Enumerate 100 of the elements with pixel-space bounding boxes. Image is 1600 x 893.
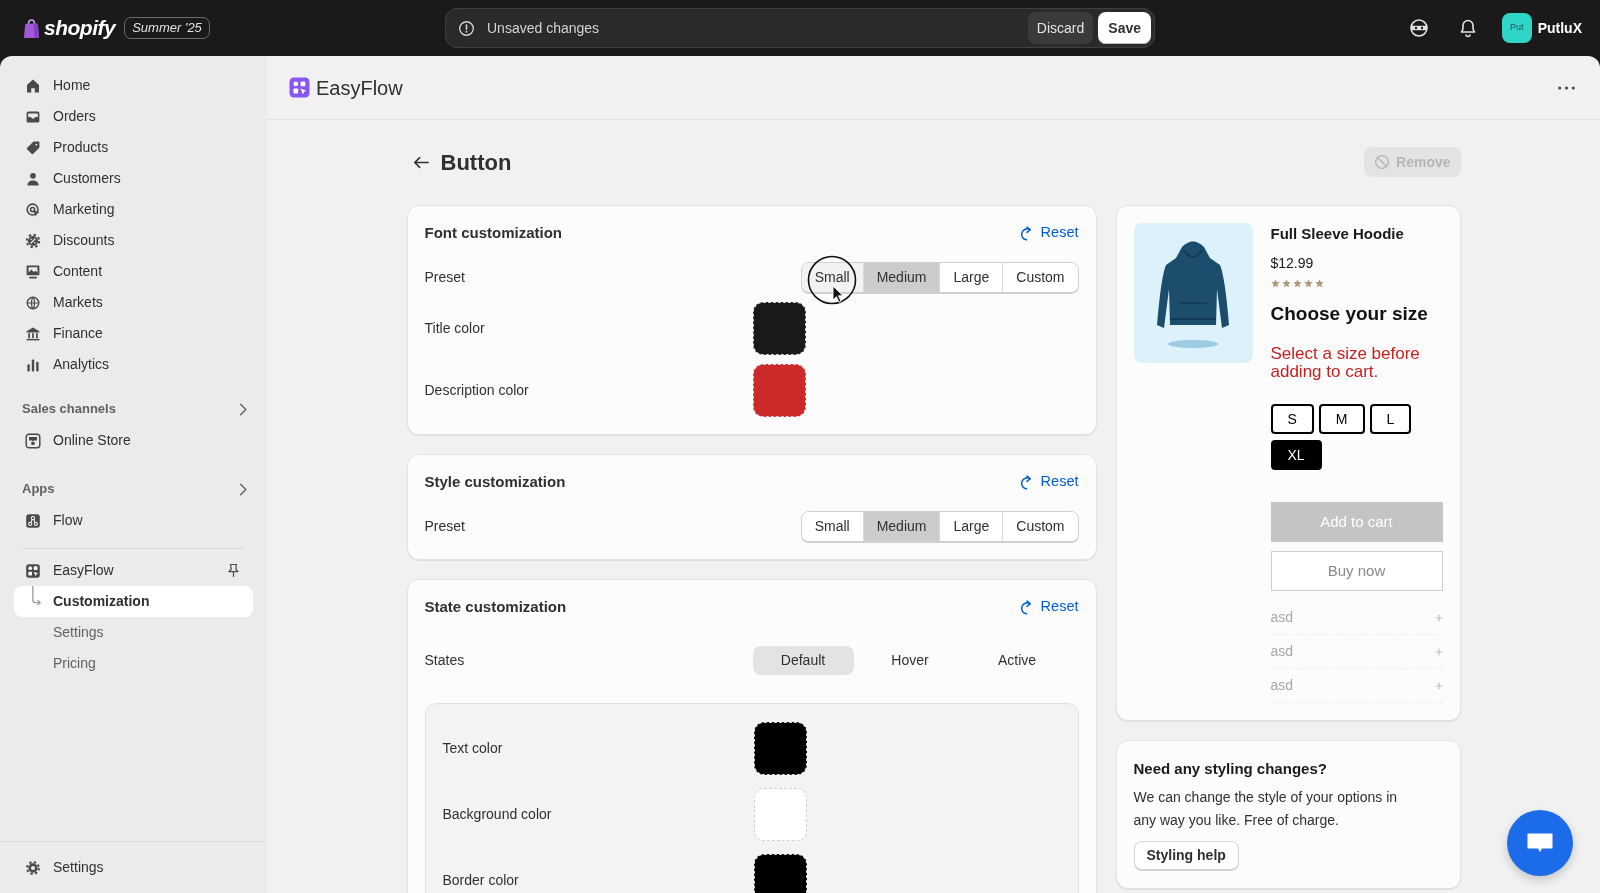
storefront-icon [25, 432, 41, 449]
field-label: Preset [424, 517, 465, 536]
ban-icon [1374, 154, 1391, 170]
product-title: Full Sleeve Hoodie [1270, 224, 1405, 244]
app-grid-icon [25, 562, 41, 579]
reset-link[interactable]: Reset [1018, 222, 1079, 244]
nav-item[interactable]: Analytics [14, 349, 253, 380]
styling-help-button[interactable]: Styling help [1133, 841, 1239, 870]
card-title: Style customization [424, 471, 566, 492]
image-screen-icon [25, 263, 41, 280]
state-tab[interactable]: Default [752, 646, 854, 675]
nav-item[interactable]: Orders [14, 101, 253, 132]
card-title: State customization [424, 596, 567, 617]
inbox-tray-icon [25, 108, 41, 125]
color-swatch[interactable] [752, 364, 806, 417]
reset-link[interactable]: Reset [1018, 471, 1079, 493]
field-label: Title color [424, 319, 486, 338]
help-text: We can change the style of your options in any way you like. Free of charge. [1133, 788, 1399, 830]
redo-icon [1018, 474, 1034, 490]
card-title: Font customization [424, 222, 562, 243]
field-label: Preset [424, 268, 465, 287]
field-label: Border color [442, 871, 520, 890]
star-icon [1292, 279, 1302, 288]
nav-item[interactable]: Content [14, 256, 253, 287]
accordion-label: asd [1270, 608, 1294, 627]
accordion-label: asd [1270, 676, 1294, 695]
star-icon [1314, 279, 1324, 288]
color-swatch[interactable] [753, 854, 807, 893]
sub-nav-item[interactable]: Settings [14, 617, 253, 648]
nav-item[interactable]: Discounts [14, 225, 253, 256]
redo-icon [1018, 225, 1034, 241]
field-label: Background color [442, 805, 553, 824]
field-label: Text color [442, 739, 504, 758]
star-icon [1270, 279, 1280, 288]
flow-nodes-icon [25, 512, 41, 529]
preset-option[interactable]: Medium [863, 512, 941, 541]
state-tab[interactable]: Active [966, 646, 1068, 675]
settings-icon [25, 859, 41, 876]
app-title: EasyFlow [316, 75, 403, 101]
pin-icon[interactable] [226, 563, 241, 578]
field-label: States [424, 651, 466, 670]
nav-item[interactable]: Settings [14, 852, 253, 883]
nav-item[interactable]: EasyFlow [14, 555, 226, 586]
size-option[interactable]: M [1318, 404, 1365, 434]
nav-item[interactable]: Finance [14, 318, 253, 349]
color-swatch[interactable] [752, 302, 806, 355]
globe-icon [25, 294, 41, 311]
save-button[interactable]: Save [1098, 12, 1151, 44]
logo-wordmark: shopify [44, 15, 116, 42]
home-icon [25, 77, 41, 94]
redo-icon [1018, 599, 1034, 615]
nav-item[interactable]: Markets [14, 287, 253, 318]
preset-option[interactable]: Small [801, 512, 864, 541]
preset-option[interactable]: Medium [863, 263, 941, 292]
app-grid-icon [289, 77, 310, 98]
shopping-bag-icon [22, 17, 41, 39]
back-arrow-icon[interactable] [412, 155, 429, 169]
edition-badge: Summer '25 [124, 17, 210, 39]
discount-badge-icon [25, 232, 41, 249]
target-icon [25, 201, 41, 218]
bank-icon [25, 325, 41, 342]
chevron-right-icon[interactable] [239, 482, 247, 496]
section-heading: Apps [22, 480, 55, 499]
masked-face-icon[interactable] [1408, 18, 1429, 38]
more-icon[interactable] [1558, 85, 1575, 90]
size-option[interactable]: S [1270, 404, 1314, 434]
error-message: Select a size before adding to cart. [1270, 345, 1421, 381]
color-swatch[interactable] [753, 722, 807, 775]
sub-nav-item[interactable]: Customization [14, 586, 253, 617]
reset-link[interactable]: Reset [1018, 596, 1079, 618]
color-swatch[interactable] [753, 788, 807, 841]
section-heading: Sales channels [22, 400, 116, 419]
discard-button[interactable]: Discard [1027, 12, 1094, 44]
person-icon [25, 170, 41, 187]
alert-circle-icon [458, 19, 475, 37]
accordion-label: asd [1270, 642, 1294, 661]
branch-arrow-icon [32, 586, 41, 606]
size-option[interactable]: L [1369, 404, 1412, 434]
size-option[interactable]: XL [1270, 440, 1322, 470]
state-tab[interactable]: Hover [859, 646, 961, 675]
product-price: $12.99 [1270, 254, 1315, 273]
field-label: Description color [424, 381, 530, 400]
help-title: Need any styling changes? [1133, 759, 1327, 779]
chevron-right-icon[interactable] [239, 402, 247, 416]
nav-item[interactable]: Customers [14, 163, 253, 194]
nav-item[interactable]: Home [14, 70, 253, 101]
nav-item[interactable]: Flow [14, 505, 253, 536]
nav-item[interactable]: Products [14, 132, 253, 163]
status-message: Unsaved changes [487, 18, 600, 38]
user-avatar[interactable]: Put [1501, 13, 1532, 43]
size-heading: Choose your size [1270, 302, 1429, 326]
tag-icon [25, 139, 41, 156]
page-title: Button [440, 148, 512, 177]
sub-nav-item[interactable]: Pricing [14, 648, 253, 679]
star-icon [1303, 279, 1313, 288]
user-name[interactable]: PutluX [1537, 17, 1582, 39]
nav-item[interactable]: Marketing [14, 194, 253, 225]
bar-chart-icon [25, 356, 41, 373]
star-icon [1281, 279, 1291, 288]
nav-item[interactable]: Online Store [14, 425, 253, 456]
